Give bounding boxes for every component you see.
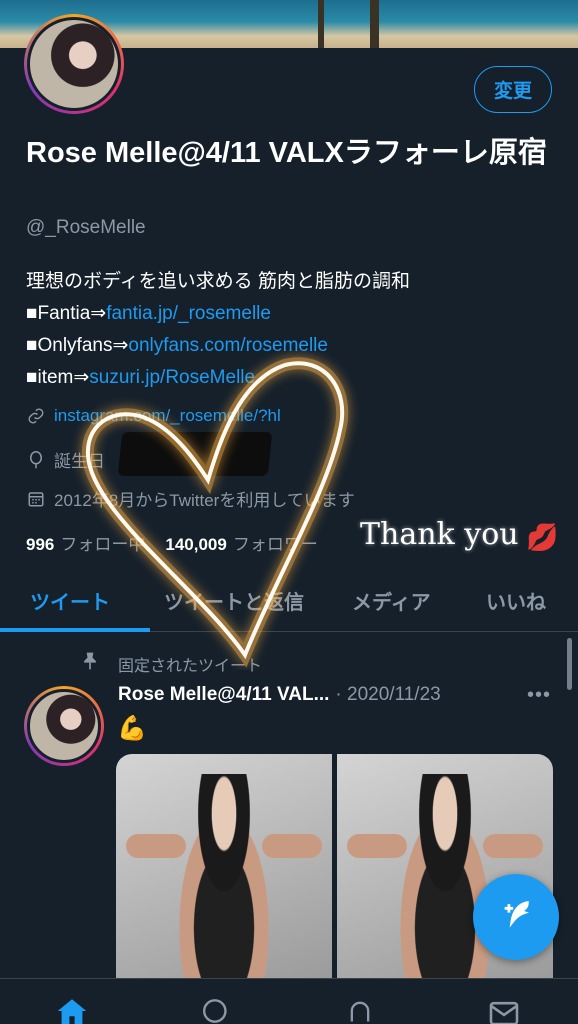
search-icon[interactable] xyxy=(198,997,234,1024)
calendar-icon xyxy=(26,489,46,509)
tab-media[interactable]: メディア xyxy=(352,586,431,615)
bio-line: 理想のボディを追い求める 筋肉と脂肪の調和 xyxy=(26,271,410,292)
profile-bio: 理想のボディを追い求める 筋肉と脂肪の調和 ■Fantia⇒fantia.jp/… xyxy=(26,266,556,394)
balloon-icon xyxy=(26,450,46,470)
tweet-text: 💪 xyxy=(117,715,147,742)
bio-line-prefix: ■Onlyfans⇒ xyxy=(26,335,129,356)
mail-icon[interactable] xyxy=(486,997,522,1024)
banner-palm-trunk xyxy=(370,0,379,48)
kiss-emoji: 💋 xyxy=(526,522,559,552)
followers-link[interactable]: 140,009 フォロワー xyxy=(165,535,317,554)
scrollbar[interactable] xyxy=(567,638,572,690)
pinned-tweet-indicator: 固定されたツイート xyxy=(80,651,262,676)
compose-tweet-button[interactable] xyxy=(473,874,559,960)
profile-joined: 2012年8月からTwitterを利用しています xyxy=(26,486,355,511)
compose-tweet-icon xyxy=(499,897,533,938)
fantia-link[interactable]: fantia.jp/_rosemelle xyxy=(106,303,271,324)
link-icon xyxy=(26,406,46,426)
following-label: フォロー中 xyxy=(60,535,146,554)
followers-count: 140,009 xyxy=(165,535,227,554)
thank-you-overlay-text: Thank you xyxy=(360,517,519,552)
edit-profile-button[interactable]: 変更 xyxy=(474,66,552,113)
birthday-label: 誕生日 xyxy=(54,452,105,471)
more-options-icon[interactable]: ••• xyxy=(527,684,551,707)
bio-line-prefix: ■item⇒ xyxy=(26,367,90,388)
active-tab-indicator xyxy=(0,628,150,632)
tweet-header: Rose Melle@4/11 VAL... · 2020/11/23 xyxy=(118,684,441,706)
website-link[interactable]: instagram.com/_rosemelle/?hl xyxy=(54,406,281,426)
profile-display-name: Rose Melle@4/11 VALXラフォーレ原宿 xyxy=(26,137,547,169)
following-count: 996 xyxy=(26,535,55,554)
follow-stats: 996 フォロー中 140,009 フォロワー xyxy=(26,530,318,555)
banner-palm-trunk xyxy=(318,0,324,48)
bottom-navigation xyxy=(0,978,578,1024)
tweet-author-avatar[interactable] xyxy=(24,686,104,766)
home-icon[interactable] xyxy=(54,997,90,1024)
joined-date: 2012年8月からTwitterを利用しています xyxy=(54,491,355,510)
following-link[interactable]: 996 フォロー中 xyxy=(26,535,145,554)
redacted-birthday xyxy=(117,432,273,476)
profile-avatar[interactable] xyxy=(24,14,124,114)
profile-handle: @_RoseMelle xyxy=(26,217,146,238)
profile-website: instagram.com/_rosemelle/?hl xyxy=(26,406,281,426)
photo-figure xyxy=(164,774,284,980)
profile-tabs: ツイート ツイートと返信 メディア いいね xyxy=(0,576,578,632)
profile-birthday: 誕生日 xyxy=(26,447,105,472)
tweet-date[interactable]: · 2020/11/23 xyxy=(335,684,440,705)
bio-line-prefix: ■Fantia⇒ xyxy=(26,303,107,324)
tweet-author-name[interactable]: Rose Melle@4/11 VAL... xyxy=(118,684,329,705)
bell-icon[interactable] xyxy=(342,997,378,1024)
followers-label: フォロワー xyxy=(232,535,318,554)
tab-tweets[interactable]: ツイート xyxy=(30,586,110,615)
tab-tweets-and-replies[interactable]: ツイートと返信 xyxy=(164,586,304,615)
pinned-label: 固定されたツイート xyxy=(118,657,263,675)
tab-likes[interactable]: いいね xyxy=(486,586,546,615)
pin-icon xyxy=(80,651,100,676)
onlyfans-link[interactable]: onlyfans.com/rosemelle xyxy=(128,335,328,356)
suzuri-link[interactable]: suzuri.jp/RoseMelle xyxy=(89,367,255,388)
tweet-photo[interactable] xyxy=(116,754,332,980)
